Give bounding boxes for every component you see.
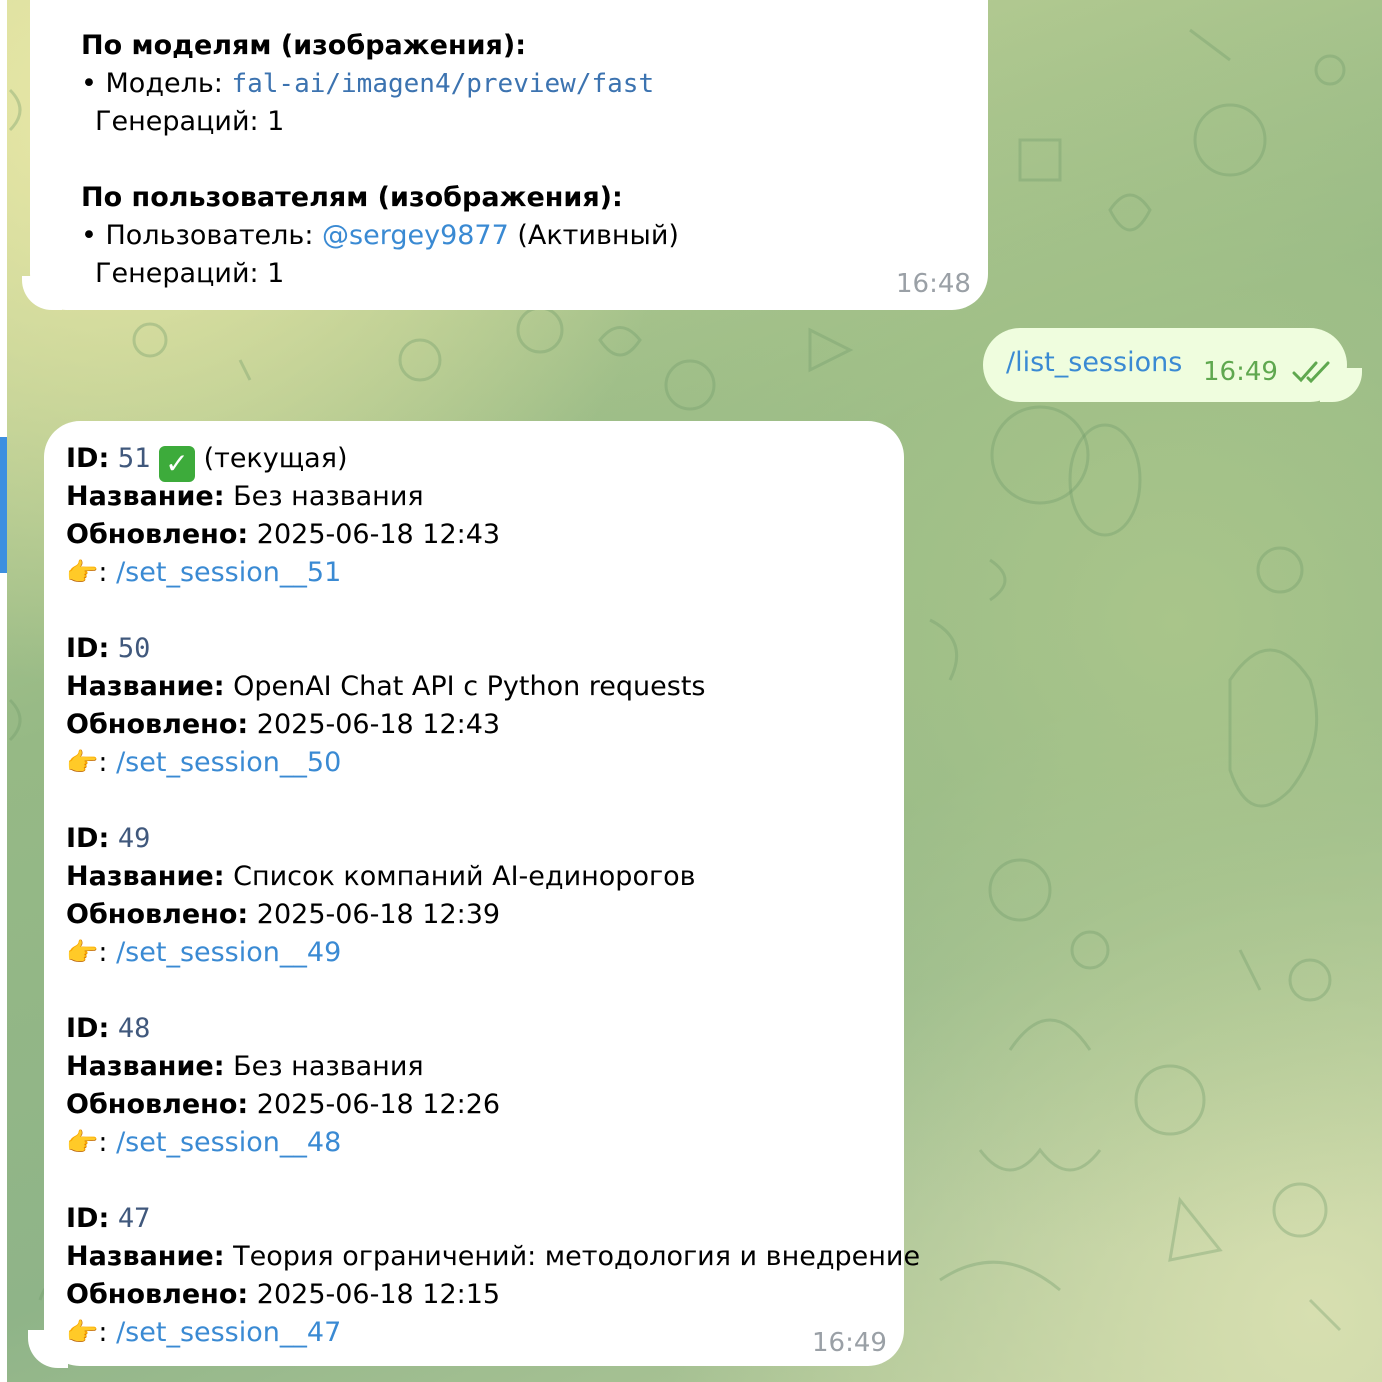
set-session-link[interactable]: /set_session__51	[116, 557, 341, 588]
pointing-hand-icon: 👉	[66, 1318, 99, 1348]
session-command-line: 👉: /set_session__50	[66, 744, 341, 782]
user-status: (Активный)	[508, 220, 679, 251]
session-id-line: ID: 48	[66, 1010, 150, 1048]
session-updated-line: Обновлено: 2025-06-18 12:43	[66, 706, 500, 744]
message-time: 16:49	[812, 1328, 887, 1358]
id-label: ID:	[66, 823, 110, 854]
session-title-line: Название: Без названия	[66, 478, 424, 516]
set-session-link[interactable]: /set_session__50	[116, 747, 341, 778]
updated-label: Обновлено:	[66, 1279, 249, 1310]
user-generations: Генераций: 1	[95, 258, 285, 289]
message-time: 16:48	[896, 269, 971, 299]
message-bubble-stats[interactable]: По моделям (изображения): • Модель: fal-…	[30, 0, 988, 310]
updated-label: Обновлено:	[66, 709, 249, 740]
command-list-sessions[interactable]: /list_sessions	[1006, 347, 1182, 378]
session-title-line: Название: Теория ограничений: методологи…	[66, 1238, 920, 1276]
model-line: • Модель: fal-ai/imagen4/preview/fast	[81, 65, 654, 103]
model-generations: Генераций: 1	[95, 106, 285, 137]
session-id-line: ID: 49	[66, 820, 150, 858]
message-time: 16:49	[1203, 357, 1278, 387]
id-label: ID:	[66, 633, 110, 664]
session-command-line: 👉: /set_session__49	[66, 934, 341, 972]
session-updated: 2025-06-18 12:26	[256, 1089, 501, 1120]
pointer-colon: :	[98, 1127, 108, 1158]
pointer-colon: :	[98, 747, 108, 778]
session-updated: 2025-06-18 12:15	[256, 1279, 501, 1310]
session-updated-line: Обновлено: 2025-06-18 12:15	[66, 1276, 500, 1314]
session-updated: 2025-06-18 12:43	[256, 709, 501, 740]
user-line: • Пользователь: @sergey9877 (Активный)	[81, 217, 679, 255]
session-updated: 2025-06-18 12:43	[256, 519, 501, 550]
pointing-hand-icon: 👉	[66, 748, 99, 778]
set-session-link[interactable]: /set_session__49	[116, 937, 341, 968]
user-prefix: • Пользователь:	[81, 220, 323, 251]
current-label: (текущая)	[203, 443, 348, 474]
title-label: Название:	[66, 671, 225, 702]
session-updated-line: Обновлено: 2025-06-18 12:43	[66, 516, 500, 554]
session-id-line: ID: 50	[66, 630, 150, 668]
model-prefix: • Модель:	[81, 68, 232, 99]
session-title: Без названия	[233, 481, 424, 512]
set-session-link[interactable]: /set_session__47	[116, 1317, 341, 1348]
title-label: Название:	[66, 481, 225, 512]
session-id-line: ID: 47	[66, 1200, 150, 1238]
session-command-line: 👉: /set_session__47	[66, 1314, 341, 1352]
session-updated-line: Обновлено: 2025-06-18 12:39	[66, 896, 500, 934]
session-command-line: 👉: /set_session__51	[66, 554, 341, 592]
model-name-code[interactable]: fal-ai/imagen4/preview/fast	[231, 69, 654, 99]
set-session-link[interactable]: /set_session__48	[116, 1127, 341, 1158]
session-id: 48	[117, 1013, 151, 1044]
session-id: 50	[117, 633, 151, 664]
session-updated-line: Обновлено: 2025-06-18 12:26	[66, 1086, 500, 1124]
updated-label: Обновлено:	[66, 519, 249, 550]
title-label: Название:	[66, 861, 225, 892]
pointer-colon: :	[98, 937, 108, 968]
id-label: ID:	[66, 1203, 110, 1234]
check-mark-icon: ✓	[158, 446, 195, 482]
session-id-line: ID: 51 ✓ (текущая)	[66, 440, 347, 482]
message-bubble-outgoing[interactable]: /list_sessions 16:49	[983, 328, 1347, 402]
session-title: Список компаний AI-единорогов	[233, 861, 696, 892]
pointing-hand-icon: 👉	[66, 558, 99, 588]
pointer-colon: :	[98, 557, 108, 588]
session-title-line: Название: Без названия	[66, 1048, 424, 1086]
session-id: 47	[117, 1203, 151, 1234]
session-command-line: 👉: /set_session__48	[66, 1124, 341, 1162]
user-mention-link[interactable]: @sergey9877	[322, 220, 509, 251]
pointing-hand-icon: 👉	[66, 1128, 99, 1158]
session-title: Без названия	[233, 1051, 424, 1082]
read-checkmarks-icon	[1292, 361, 1330, 384]
session-id: 49	[117, 823, 151, 854]
pointing-hand-icon: 👉	[66, 938, 99, 968]
pointer-colon: :	[98, 1317, 108, 1348]
id-label: ID:	[66, 443, 110, 474]
title-label: Название:	[66, 1241, 225, 1272]
updated-label: Обновлено:	[66, 1089, 249, 1120]
session-title: Теория ограничений: методология и внедре…	[233, 1241, 921, 1272]
session-title: OpenAI Chat API с Python requests	[233, 671, 706, 702]
users-header: По пользователям (изображения):	[81, 182, 623, 213]
session-updated: 2025-06-18 12:39	[256, 899, 501, 930]
models-header: По моделям (изображения):	[81, 30, 526, 61]
title-label: Название:	[66, 1051, 225, 1082]
id-label: ID:	[66, 1013, 110, 1044]
session-title-line: Название: OpenAI Chat API с Python reque…	[66, 668, 706, 706]
session-id: 51	[117, 443, 151, 474]
session-title-line: Название: Список компаний AI-единорогов	[66, 858, 696, 896]
message-bubble-sessions[interactable]: ID: 51 ✓ (текущая) Название: Без названи…	[44, 421, 920, 1366]
updated-label: Обновлено:	[66, 899, 249, 930]
